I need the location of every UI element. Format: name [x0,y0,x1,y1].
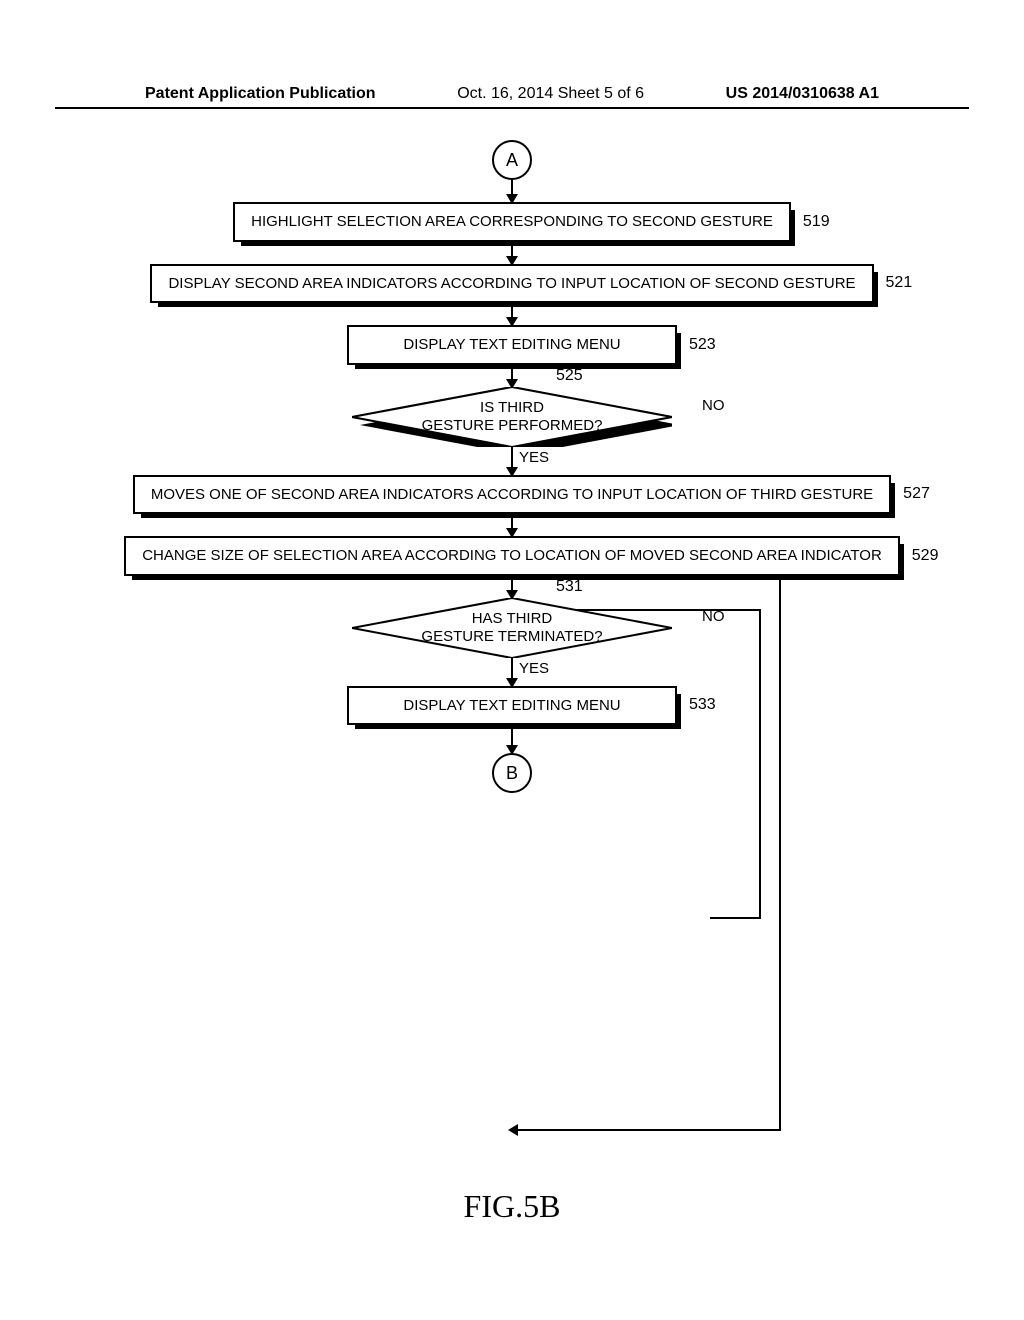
ref-531: 531 [556,578,583,596]
ref-519: 519 [803,213,830,231]
node-527: MOVES ONE OF SECOND AREA INDICATORS ACCO… [133,475,891,515]
header-center: Oct. 16, 2014 Sheet 5 of 6 [457,85,644,103]
connector-a: A [492,140,532,180]
arrow-icon [511,447,513,475]
process-box-529: CHANGE SIZE OF SELECTION AREA ACCORDING … [124,536,900,576]
connector-a-label: A [506,150,518,171]
process-text: MOVES ONE OF SECOND AREA INDICATORS ACCO… [151,486,873,503]
decision-531: HAS THIRD GESTURE TERMINATED? [352,598,672,658]
decision-text: HAS THIRD GESTURE TERMINATED? [421,610,602,646]
page-header: Patent Application Publication Oct. 16, … [55,85,969,109]
process-box-519: HIGHLIGHT SELECTION AREA CORRESPONDING T… [233,202,791,242]
process-box-533: DISPLAY TEXT EDITING MENU [347,686,677,726]
ref-533: 533 [689,696,716,714]
ref-521: 521 [886,274,913,292]
arrow-icon [511,242,513,264]
connector-b-label: B [506,763,518,784]
node-533: DISPLAY TEXT EDITING MENU 533 [347,686,677,726]
decision-525: IS THIRD GESTURE PERFORMED? [352,387,672,447]
node-529: CHANGE SIZE OF SELECTION AREA ACCORDING … [124,536,900,576]
process-box-527: MOVES ONE OF SECOND AREA INDICATORS ACCO… [133,475,891,515]
arrow-icon [511,576,513,598]
process-text: HIGHLIGHT SELECTION AREA CORRESPONDING T… [251,213,773,230]
yes-label-525: YES [519,449,549,466]
node-523: DISPLAY TEXT EDITING MENU 523 [347,325,677,365]
yes-segment-531: YES [511,658,513,686]
node-519: HIGHLIGHT SELECTION AREA CORRESPONDING T… [233,202,791,242]
process-box-523: DISPLAY TEXT EDITING MENU [347,325,677,365]
process-box-521: DISPLAY SECOND AREA INDICATORS ACCORDING… [150,264,873,304]
yes-segment-525: YES [511,447,513,475]
ref-523: 523 [689,336,716,354]
arrow-icon [511,725,513,753]
header-right: US 2014/0310638 A1 [726,85,879,103]
arrow-icon [511,180,513,202]
ref-529: 529 [912,547,939,565]
figure-label: FIG.5B [464,1188,561,1225]
arrow-icon [511,303,513,325]
arrow-icon [511,365,513,387]
process-text: DISPLAY TEXT EDITING MENU [403,697,620,714]
connector-b: B [492,753,532,793]
node-521: DISPLAY SECOND AREA INDICATORS ACCORDING… [150,264,873,304]
process-text: DISPLAY TEXT EDITING MENU [403,336,620,353]
process-text: DISPLAY SECOND AREA INDICATORS ACCORDING… [168,275,855,292]
node-531: HAS THIRD GESTURE TERMINATED? 531 NO [352,598,672,658]
node-525: IS THIRD GESTURE PERFORMED? 525 NO [352,387,672,447]
no-label-531: NO [702,608,725,625]
ref-525: 525 [556,367,583,385]
yes-label-531: YES [519,660,549,677]
arrow-icon [511,514,513,536]
flowchart-diagram: A HIGHLIGHT SELECTION AREA CORRESPONDING… [0,140,1024,793]
ref-527: 527 [903,485,930,503]
header-left: Patent Application Publication [145,85,376,103]
arrow-icon [511,658,513,686]
process-text: CHANGE SIZE OF SELECTION AREA ACCORDING … [142,547,882,564]
no-label-525: NO [702,397,725,414]
decision-text: IS THIRD GESTURE PERFORMED? [422,399,603,435]
